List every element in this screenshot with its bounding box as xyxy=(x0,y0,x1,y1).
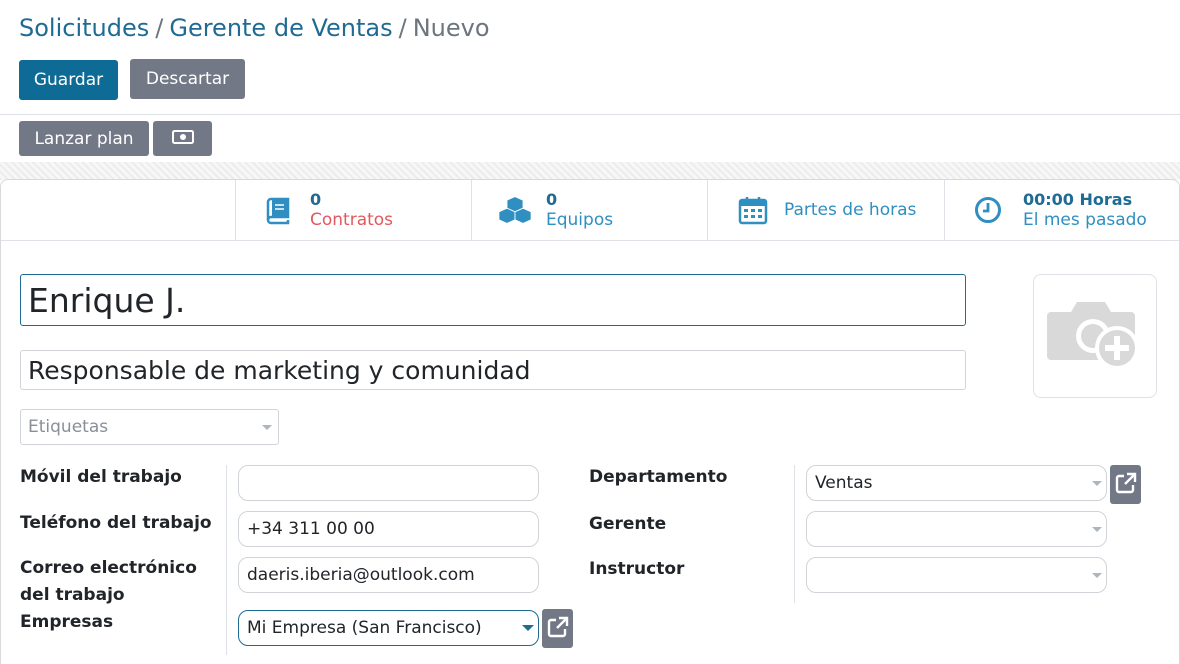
timesheets-smart-button[interactable]: Partes de horas xyxy=(707,180,944,240)
coach-select[interactable] xyxy=(806,557,1107,593)
hours-label: El mes pasado xyxy=(1023,209,1147,230)
phone-label: Teléfono del trabajo xyxy=(20,513,212,533)
company-select[interactable]: Mi Empresa (San Francisco) xyxy=(238,610,539,646)
tags-placeholder: Etiquetas xyxy=(28,417,109,437)
department-external-link-button[interactable] xyxy=(1110,465,1141,504)
external-link-icon xyxy=(1115,472,1137,498)
tags-select[interactable]: Etiquetas xyxy=(20,409,279,445)
department-value: Ventas xyxy=(815,473,873,493)
company-label: Empresas xyxy=(20,612,114,632)
department-label: Departamento xyxy=(589,467,728,487)
contracts-count: 0 xyxy=(310,189,322,209)
manager-select[interactable] xyxy=(806,511,1107,547)
discard-button[interactable]: Descartar xyxy=(130,59,245,99)
employee-name-input[interactable]: Enrique J. xyxy=(20,274,966,326)
chevron-down-icon xyxy=(522,625,534,631)
left-label-divider xyxy=(226,465,227,655)
clock-icon xyxy=(971,193,1005,227)
phone-input[interactable]: +34 311 00 00 xyxy=(238,511,539,547)
mobile-label: Móvil del trabajo xyxy=(20,467,182,487)
timesheets-label: Partes de horas xyxy=(784,199,917,220)
breadcrumb: Solicitudes / Gerente de Ventas / Nuevo xyxy=(19,12,490,44)
camera-plus-icon xyxy=(1047,292,1143,380)
money-icon xyxy=(171,129,194,149)
chevron-down-icon xyxy=(1092,481,1102,486)
equipment-label: Equipos xyxy=(546,209,614,230)
book-icon xyxy=(262,193,296,227)
breadcrumb-current: Nuevo xyxy=(412,14,490,42)
contracts-label: Contratos xyxy=(310,209,394,230)
hours-smart-button[interactable]: 00:00 Horas El mes pasado xyxy=(944,180,1179,240)
department-select[interactable]: Ventas xyxy=(806,465,1107,501)
photo-upload[interactable] xyxy=(1033,274,1157,398)
money-button[interactable] xyxy=(153,121,212,156)
breadcrumb-separator: / xyxy=(155,14,164,42)
manager-label: Gerente xyxy=(589,514,667,534)
company-external-link-button[interactable] xyxy=(542,609,573,648)
breadcrumb-gerente-de-ventas[interactable]: Gerente de Ventas xyxy=(169,14,392,42)
email-input[interactable]: daeris.iberia@outlook.com xyxy=(238,557,539,593)
email-label-line1: Correo electrónico xyxy=(20,558,197,578)
cubes-icon xyxy=(498,193,532,227)
toolbar-divider xyxy=(0,114,1180,115)
company-value: Mi Empresa (San Francisco) xyxy=(247,618,482,638)
launch-plan-button[interactable]: Lanzar plan xyxy=(19,121,149,156)
contracts-smart-button[interactable]: 0 Contratos xyxy=(235,180,471,240)
email-label-line2: del trabajo xyxy=(20,585,125,605)
save-button[interactable]: Guardar xyxy=(19,60,118,100)
job-title-input[interactable]: Responsable de marketing y comunidad xyxy=(20,350,966,390)
hours-value: 00:00 Horas xyxy=(1023,189,1133,209)
chevron-down-icon xyxy=(1092,573,1102,578)
smart-button-row: 0 Contratos 0 Equipos Partes de horas 00… xyxy=(1,180,1179,241)
right-label-divider xyxy=(794,465,795,603)
equipment-smart-button[interactable]: 0 Equipos xyxy=(471,180,707,240)
coach-label: Instructor xyxy=(589,559,685,579)
equipment-count: 0 xyxy=(546,189,558,209)
mobile-input[interactable] xyxy=(238,465,539,501)
external-link-icon xyxy=(547,616,569,642)
chevron-down-icon xyxy=(262,425,272,430)
status-band xyxy=(0,162,1180,180)
chevron-down-icon xyxy=(1092,527,1102,532)
calendar-icon xyxy=(736,193,770,227)
breadcrumb-solicitudes[interactable]: Solicitudes xyxy=(19,14,149,42)
breadcrumb-separator: / xyxy=(398,14,407,42)
